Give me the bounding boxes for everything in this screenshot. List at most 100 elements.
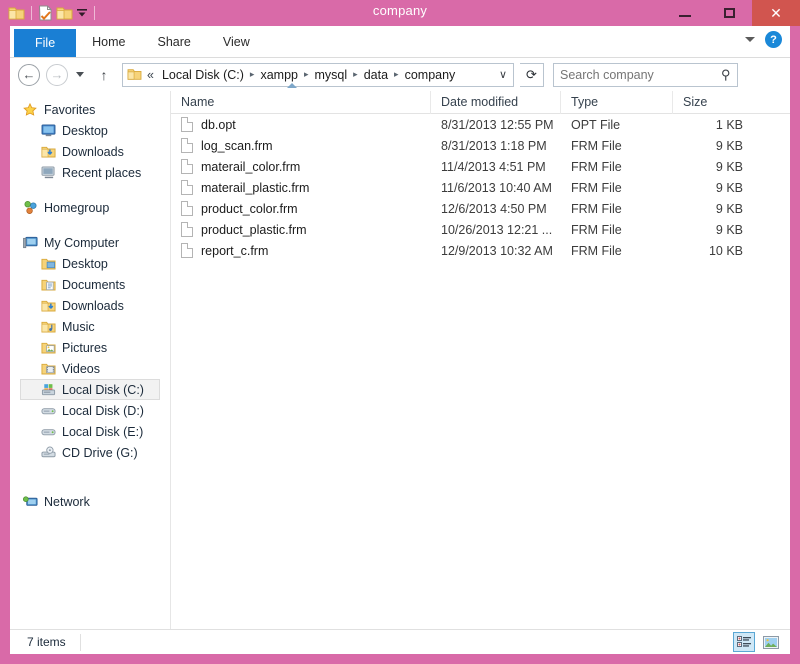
breadcrumb-sep-1[interactable]: ▸ bbox=[250, 69, 255, 80]
breadcrumb-item-0[interactable]: Local Disk (C:) bbox=[162, 68, 244, 82]
recent-places-icon bbox=[40, 165, 56, 181]
file-type-cell: FRM File bbox=[571, 159, 622, 174]
sidebar-item-homegroup[interactable]: Homegroup bbox=[10, 197, 170, 218]
tab-file[interactable]: File bbox=[14, 29, 77, 57]
file-icon bbox=[181, 180, 193, 195]
table-row[interactable]: materail_color.frm 11/4/2013 4:51 PM FRM… bbox=[171, 156, 790, 177]
chevron-down-icon[interactable] bbox=[745, 37, 755, 42]
sidebar-label-downloads: Downloads bbox=[62, 298, 124, 313]
breadcrumb-item-3[interactable]: data bbox=[364, 68, 388, 82]
sidebar-item-desktop-fav[interactable]: Desktop bbox=[10, 120, 170, 141]
ribbon-bar: File Home Share View ? bbox=[10, 26, 790, 58]
file-date-cell: 12/9/2013 10:32 AM bbox=[441, 243, 553, 258]
column-label-name: Name bbox=[181, 95, 215, 109]
maximize-button[interactable] bbox=[707, 0, 752, 26]
sidebar-item-music[interactable]: Music bbox=[10, 316, 170, 337]
file-name: materail_color.frm bbox=[201, 159, 301, 174]
network-icon bbox=[22, 494, 38, 510]
column-headers: Name Date modified Type Size bbox=[171, 82, 790, 114]
column-header-name[interactable]: Name bbox=[171, 82, 431, 114]
window-controls: ✕ bbox=[662, 0, 800, 26]
file-size-cell: 9 KB bbox=[715, 159, 743, 174]
nav-gap-4 bbox=[10, 477, 170, 491]
up-button[interactable]: ↑ bbox=[96, 67, 112, 83]
close-button[interactable]: ✕ bbox=[752, 0, 800, 26]
tab-share[interactable]: Share bbox=[142, 30, 207, 54]
tab-home[interactable]: Home bbox=[76, 30, 141, 54]
search-box[interactable]: ⚲ bbox=[553, 62, 738, 87]
disk-drive-icon bbox=[40, 424, 56, 440]
sidebar-item-downloads-fav[interactable]: Downloads bbox=[10, 141, 170, 162]
sidebar-item-cd-drive-g[interactable]: CD Drive (G:) bbox=[10, 442, 170, 463]
main-body: Favorites Desktop Downloads Recent place… bbox=[10, 82, 790, 629]
sidebar-item-downloads[interactable]: Downloads bbox=[10, 295, 170, 316]
column-label-date: Date modified bbox=[441, 95, 519, 109]
breadcrumb-sep-3[interactable]: ▸ bbox=[353, 69, 358, 80]
disk-drive-icon bbox=[40, 403, 56, 419]
documents-folder-icon bbox=[40, 277, 56, 293]
minimize-button[interactable] bbox=[662, 0, 707, 26]
sidebar-item-videos[interactable]: Videos bbox=[10, 358, 170, 379]
sidebar-item-documents[interactable]: Documents bbox=[10, 274, 170, 295]
table-row[interactable]: log_scan.frm 8/31/2013 1:18 PM FRM File … bbox=[171, 135, 790, 156]
sidebar-item-network[interactable]: Network bbox=[10, 491, 170, 512]
sidebar-item-local-disk-e[interactable]: Local Disk (E:) bbox=[10, 421, 170, 442]
sidebar-label-network: Network bbox=[44, 494, 90, 509]
star-icon bbox=[22, 102, 38, 118]
sidebar-item-my-computer[interactable]: My Computer bbox=[10, 232, 170, 253]
sidebar-item-local-disk-d[interactable]: Local Disk (D:) bbox=[10, 400, 170, 421]
file-date-cell: 11/4/2013 4:51 PM bbox=[441, 159, 546, 174]
breadcrumb-sep-4[interactable]: ▸ bbox=[394, 69, 399, 80]
column-label-size: Size bbox=[683, 95, 708, 109]
breadcrumb-prefix: « bbox=[147, 67, 154, 82]
table-row[interactable]: report_c.frm 12/9/2013 10:32 AM FRM File… bbox=[171, 240, 790, 261]
sort-ascending-icon bbox=[287, 82, 297, 88]
back-button[interactable]: ← bbox=[18, 63, 40, 86]
column-header-type[interactable]: Type bbox=[561, 90, 673, 114]
table-row[interactable]: materail_plastic.frm 11/6/2013 10:40 AM … bbox=[171, 177, 790, 198]
column-header-size[interactable]: Size bbox=[673, 91, 753, 114]
table-row[interactable]: db.opt 8/31/2013 12:55 PM OPT File 1 KB bbox=[171, 114, 790, 135]
breadcrumb-item-1[interactable]: xampp bbox=[260, 68, 298, 82]
nav-gap-3 bbox=[10, 463, 170, 477]
details-view-button[interactable] bbox=[733, 632, 755, 652]
breadcrumb-dropdown-icon[interactable]: ∨ bbox=[499, 68, 507, 81]
tab-view[interactable]: View bbox=[207, 30, 266, 54]
search-input[interactable] bbox=[560, 67, 721, 82]
recent-locations-icon[interactable] bbox=[76, 72, 84, 77]
sidebar-item-desktop[interactable]: Desktop bbox=[10, 253, 170, 274]
file-name-cell: report_c.frm bbox=[171, 240, 431, 261]
table-row[interactable]: product_plastic.frm 10/26/2013 12:21 ...… bbox=[171, 219, 790, 240]
sidebar-label-homegroup: Homegroup bbox=[44, 200, 110, 215]
column-header-date-modified[interactable]: Date modified bbox=[431, 90, 561, 114]
column-label-type: Type bbox=[571, 95, 599, 109]
file-date-cell: 12/6/2013 4:50 PM bbox=[441, 201, 547, 216]
file-name: product_plastic.frm bbox=[201, 222, 307, 237]
sidebar-label-my-computer: My Computer bbox=[44, 235, 120, 250]
search-icon[interactable]: ⚲ bbox=[721, 67, 731, 83]
table-row[interactable]: product_color.frm 12/6/2013 4:50 PM FRM … bbox=[171, 198, 790, 219]
breadcrumb[interactable]: « Local Disk (C:) ▸ xampp ▸ mysql ▸ data… bbox=[122, 62, 514, 87]
breadcrumb-sep-2[interactable]: ▸ bbox=[304, 69, 309, 80]
sidebar-label-documents: Documents bbox=[62, 277, 126, 292]
sidebar-item-recent-places[interactable]: Recent places bbox=[10, 162, 170, 183]
help-icon[interactable]: ? bbox=[765, 31, 782, 48]
sidebar-item-pictures[interactable]: Pictures bbox=[10, 337, 170, 358]
large-icons-view-button[interactable] bbox=[760, 632, 782, 652]
file-date-cell: 8/31/2013 12:55 PM bbox=[441, 117, 554, 132]
ribbon-tabs: File Home Share View bbox=[14, 26, 266, 57]
sidebar-item-favorites[interactable]: Favorites bbox=[10, 99, 170, 120]
refresh-button[interactable]: ⟳ bbox=[520, 62, 544, 87]
file-name-cell: product_plastic.frm bbox=[171, 219, 431, 240]
sidebar-label-downloads-fav: Downloads bbox=[62, 144, 124, 159]
breadcrumb-item-4[interactable]: company bbox=[405, 68, 456, 82]
forward-button[interactable]: → bbox=[46, 63, 68, 86]
pictures-folder-icon bbox=[40, 340, 56, 356]
file-date-cell: 10/26/2013 12:21 ... bbox=[441, 222, 553, 237]
downloads-folder-icon bbox=[40, 144, 56, 160]
maximize-icon bbox=[724, 8, 735, 18]
sidebar-item-local-disk-c[interactable]: Local Disk (C:) bbox=[20, 379, 160, 400]
breadcrumb-item-2[interactable]: mysql bbox=[315, 68, 348, 82]
address-bar-row: ← → ↑ « Local Disk (C:) ▸ xampp ▸ mysql … bbox=[10, 58, 790, 91]
file-size-cell: 9 KB bbox=[715, 138, 743, 153]
